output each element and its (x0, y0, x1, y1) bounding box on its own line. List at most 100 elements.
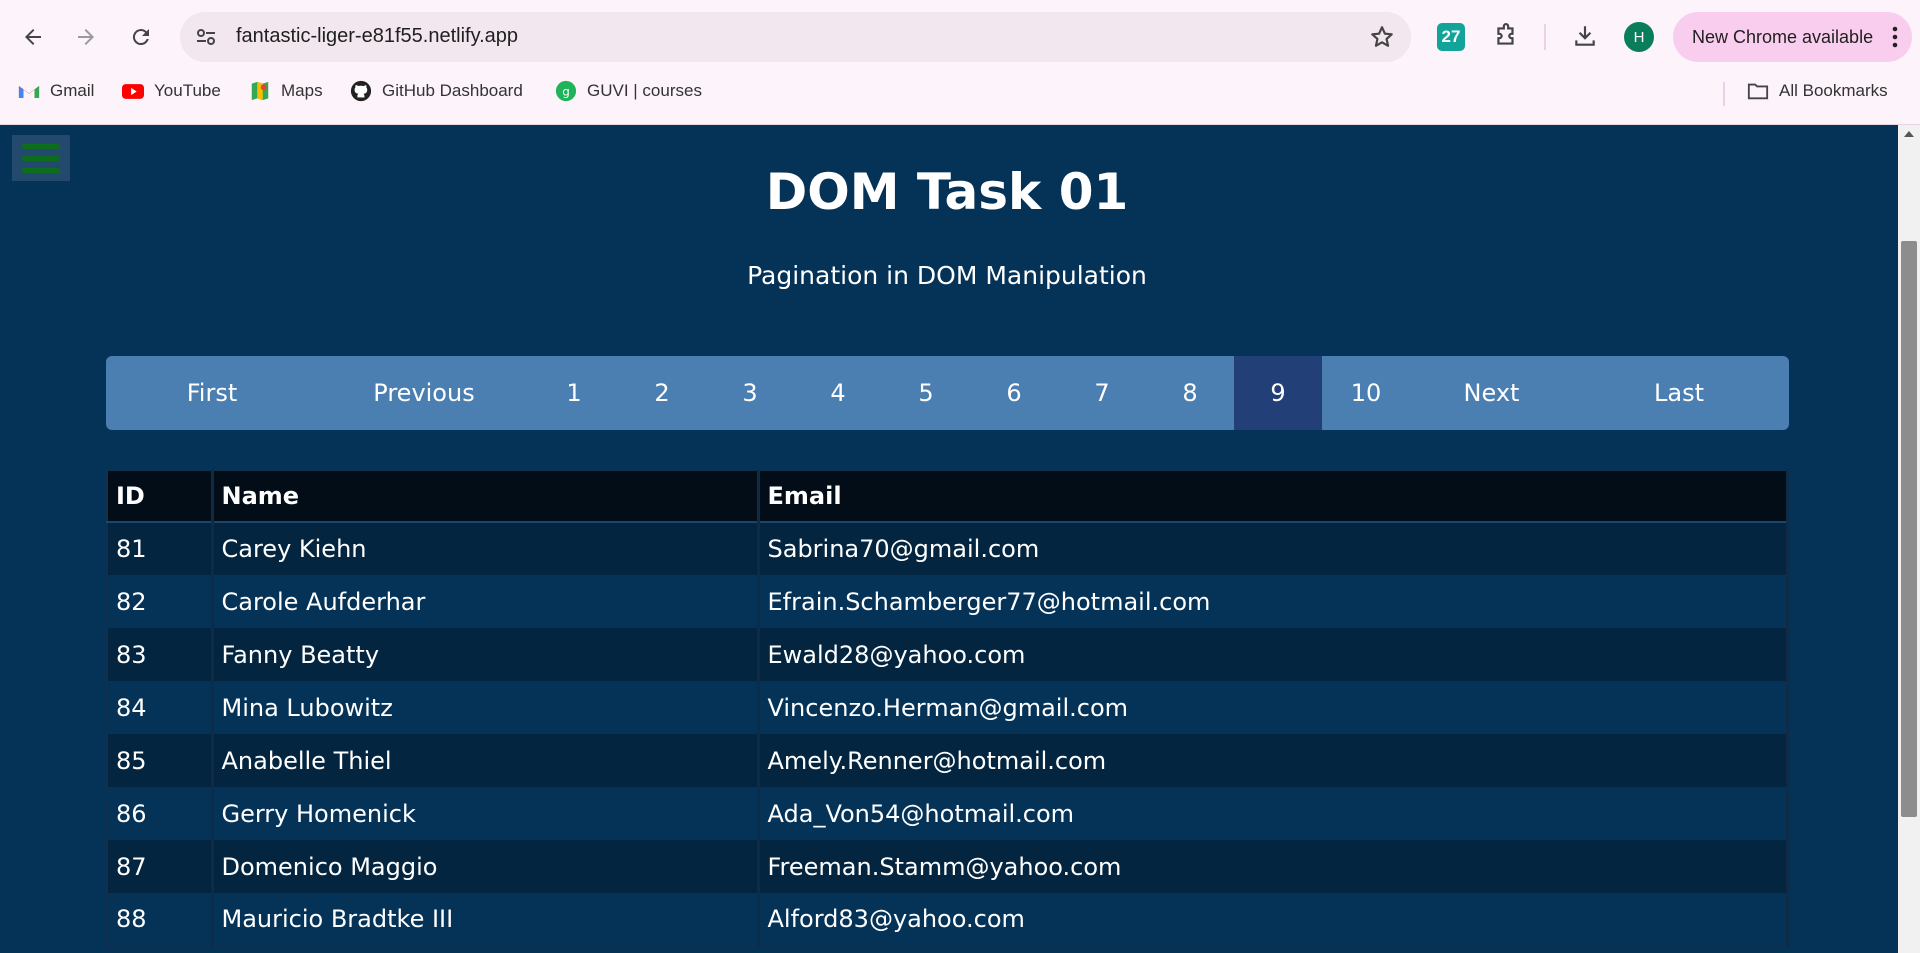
pagination-next-button[interactable]: Next (1410, 356, 1573, 430)
pagination-bar: First Previous 1 2 3 4 5 6 7 8 9 10 Next… (106, 356, 1789, 430)
cell-name: Gerry Homenick (212, 787, 760, 840)
cell-email: Alford83@yahoo.com (758, 893, 1789, 946)
cell-name: Mauricio Bradtke III (212, 893, 760, 946)
all-bookmarks-label: All Bookmarks (1779, 81, 1888, 100)
hamburger-line (22, 143, 60, 149)
pagination-first-button[interactable]: First (106, 356, 318, 430)
column-header-email: Email (758, 470, 1789, 523)
site-settings-icon[interactable] (194, 25, 218, 49)
table-row: 85 Anabelle Thiel Amely.Renner@hotmail.c… (107, 734, 1789, 787)
bookmark-youtube[interactable]: YouTube (122, 80, 221, 102)
page-button-10[interactable]: 10 (1322, 356, 1410, 430)
guvi-icon: g (555, 80, 577, 102)
arrow-left-icon (25, 29, 41, 45)
bookmark-label: Maps (281, 81, 323, 100)
page-title: DOM Task 01 (765, 163, 1129, 221)
youtube-icon (122, 80, 144, 102)
table-row: 87 Domenico Maggio Freeman.Stamm@yahoo.c… (107, 840, 1789, 893)
bookmark-github[interactable]: GitHub Dashboard (350, 80, 523, 102)
page-button-8[interactable]: 8 (1146, 356, 1234, 430)
column-header-id: ID (107, 470, 214, 523)
cell-email: Sabrina70@gmail.com (758, 522, 1789, 575)
bookmark-label: Gmail (50, 81, 95, 100)
cell-id: 88 (107, 893, 214, 946)
table-row: 84 Mina Lubowitz Vincenzo.Herman@gmail.c… (107, 681, 1789, 734)
cell-email: Amely.Renner@hotmail.com (758, 734, 1789, 787)
profile-avatar[interactable]: H (1624, 22, 1654, 52)
bookmark-label: YouTube (154, 81, 221, 100)
cell-name: Carey Kiehn (212, 522, 760, 575)
table-row: 81 Carey Kiehn Sabrina70@gmail.com (107, 522, 1789, 575)
scroll-up-arrow-icon[interactable] (1904, 131, 1914, 137)
table-row: 83 Fanny Beatty Ewald28@yahoo.com (107, 628, 1789, 681)
pagination-last-button[interactable]: Last (1573, 356, 1785, 430)
bookmark-maps[interactable]: Maps (249, 80, 323, 102)
browser-toolbar: fantastic-liger-e81f55.netlify.app 27 H … (0, 0, 1920, 125)
bookmarks-bar: Gmail YouTube Maps GitHub Dashboard g GU… (0, 78, 1920, 108)
chrome-update-button[interactable]: New Chrome available (1673, 12, 1912, 62)
cell-id: 85 (107, 734, 214, 787)
toolbar-divider (1544, 24, 1546, 50)
download-icon (1575, 26, 1595, 46)
cell-name: Fanny Beatty (212, 628, 760, 681)
url-text[interactable]: fantastic-liger-e81f55.netlify.app (236, 25, 518, 48)
reload-icon (132, 29, 149, 46)
hamburger-line (22, 155, 60, 161)
page-button-2[interactable]: 2 (618, 356, 706, 430)
bookmark-label: GitHub Dashboard (382, 81, 523, 100)
cell-name: Anabelle Thiel (212, 734, 760, 787)
page-viewport: DOM Task 01 Pagination in DOM Manipulati… (0, 125, 1898, 953)
table-header-row: ID Name Email (107, 470, 1789, 523)
cell-id: 83 (107, 628, 214, 681)
address-bar[interactable]: fantastic-liger-e81f55.netlify.app (180, 12, 1411, 62)
page-button-6[interactable]: 6 (970, 356, 1058, 430)
bookmark-label: GUVI | courses (587, 81, 702, 100)
github-icon (350, 80, 372, 102)
cell-email: Vincenzo.Herman@gmail.com (758, 681, 1789, 734)
table-row: 86 Gerry Homenick Ada_Von54@hotmail.com (107, 787, 1789, 840)
table-row: 82 Carole Aufderhar Efrain.Schamberger77… (107, 575, 1789, 628)
page-button-3[interactable]: 3 (706, 356, 794, 430)
scrollbar-thumb[interactable] (1901, 241, 1917, 817)
page-button-4[interactable]: 4 (794, 356, 882, 430)
table-row: 88 Mauricio Bradtke III Alford83@yahoo.c… (107, 893, 1789, 946)
folder-icon (1747, 80, 1769, 102)
page-button-1[interactable]: 1 (530, 356, 618, 430)
cell-name: Mina Lubowitz (212, 681, 760, 734)
cell-name: Domenico Maggio (212, 840, 760, 893)
calendar-extension-icon[interactable]: 27 (1437, 23, 1465, 51)
all-bookmarks-button[interactable]: All Bookmarks (1747, 80, 1888, 102)
page-subtitle: Pagination in DOM Manipulation (747, 261, 1147, 290)
puzzle-icon (1497, 23, 1514, 45)
gmail-icon (18, 80, 40, 102)
cell-id: 81 (107, 522, 214, 575)
cell-name: Carole Aufderhar (212, 575, 760, 628)
kebab-menu-icon[interactable] (1892, 26, 1898, 48)
page-button-5[interactable]: 5 (882, 356, 970, 430)
cell-id: 87 (107, 840, 214, 893)
page-button-9-active[interactable]: 9 (1234, 356, 1322, 430)
page-button-7[interactable]: 7 (1058, 356, 1146, 430)
maps-icon (249, 80, 271, 102)
cell-email: Ewald28@yahoo.com (758, 628, 1789, 681)
column-header-name: Name (212, 470, 760, 523)
reload-button[interactable] (124, 20, 158, 54)
cell-email: Efrain.Schamberger77@hotmail.com (758, 575, 1789, 628)
cell-email: Ada_Von54@hotmail.com (758, 787, 1789, 840)
users-table: ID Name Email 81 Carey Kiehn Sabrina70@g… (106, 469, 1789, 947)
cell-id: 84 (107, 681, 214, 734)
update-label: New Chrome available (1692, 26, 1874, 47)
extensions-button[interactable] (1490, 20, 1522, 52)
pagination-previous-button[interactable]: Previous (318, 356, 530, 430)
bookmark-star-icon[interactable] (1369, 24, 1395, 50)
bookmarks-divider (1723, 82, 1725, 106)
bookmark-gmail[interactable]: Gmail (18, 80, 94, 102)
forward-button[interactable] (69, 20, 103, 54)
back-button[interactable] (16, 20, 50, 54)
downloads-button[interactable] (1569, 20, 1601, 52)
arrow-right-icon (78, 29, 94, 45)
cell-id: 86 (107, 787, 214, 840)
cell-id: 82 (107, 575, 214, 628)
page-scrollbar[interactable] (1898, 125, 1920, 953)
bookmark-guvi[interactable]: g GUVI | courses (555, 80, 702, 102)
